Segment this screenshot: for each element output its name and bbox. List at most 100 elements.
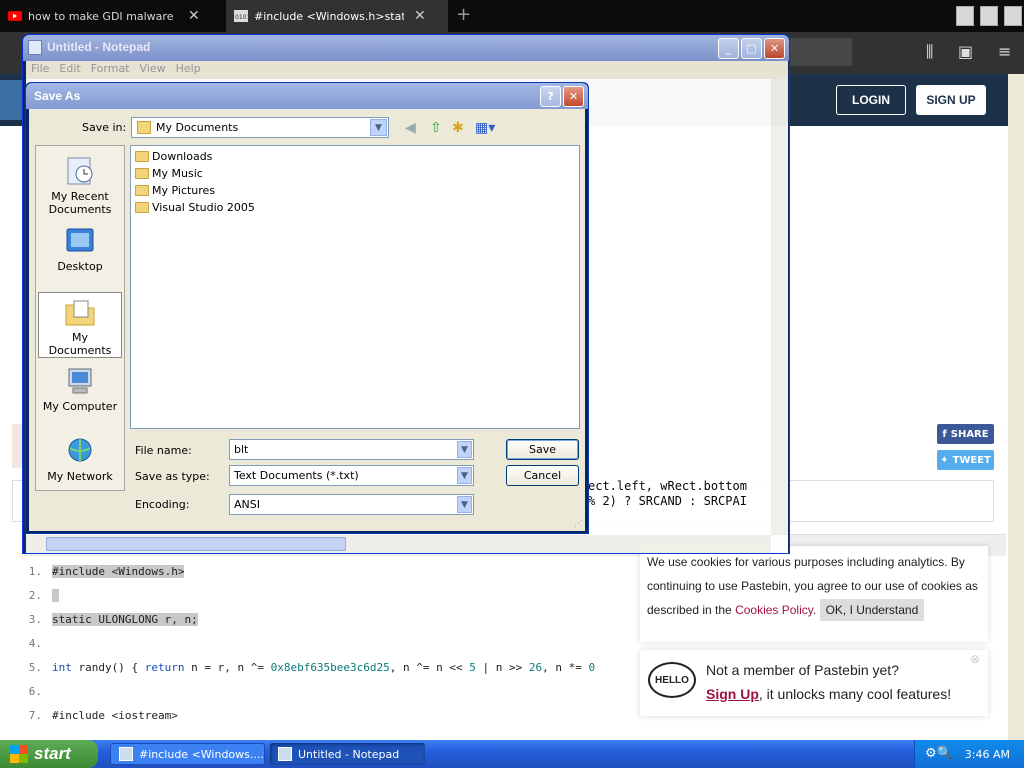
save-in-label: Save in:: [82, 121, 127, 134]
notepad-horizontal-scrollbar[interactable]: [26, 535, 771, 553]
views-menu-icon[interactable]: ▦▾: [475, 120, 495, 136]
start-button[interactable]: start: [0, 740, 98, 768]
menu-edit[interactable]: Edit: [54, 61, 85, 76]
save-in-dropdown[interactable]: My Documents ▼: [131, 117, 389, 138]
cookie-text-end: .: [812, 603, 817, 617]
place-desktop[interactable]: Desktop: [38, 222, 122, 288]
notepad-icon: [28, 40, 42, 55]
resize-grip-icon[interactable]: ⋰: [574, 519, 583, 529]
encoding-value: ANSI: [234, 498, 260, 511]
chevron-down-icon[interactable]: ▼: [370, 119, 387, 136]
menu-file[interactable]: File: [26, 61, 54, 76]
close-icon[interactable]: [1004, 6, 1022, 26]
login-button[interactable]: LOGIN: [836, 85, 906, 115]
save-as-dialog: Save As ? ✕ Save in: My Documents ▼ ◀ ⇧ …: [25, 82, 589, 534]
place-my-network[interactable]: My Network: [38, 432, 122, 498]
signup-notice: HELLO Not a member of Pastebin yet? Sign…: [640, 650, 988, 716]
minimize-button[interactable]: _: [718, 38, 739, 59]
browser-tab-bar: how to make GDI malware in c++ ✕ 0101 #i…: [0, 0, 1024, 32]
cookie-accept-button[interactable]: OK, I Understand: [819, 599, 925, 621]
chevron-down-icon[interactable]: ▼: [457, 467, 472, 484]
place-my-documents[interactable]: My Documents: [38, 292, 122, 358]
svg-text:0101: 0101: [235, 14, 248, 21]
text-line: ect.left, wRect.bottom: [588, 479, 747, 493]
taskbar-item-browser[interactable]: #include <Windows....: [110, 743, 265, 765]
signup-button[interactable]: SIGN UP: [916, 85, 986, 115]
folder-name: Visual Studio 2005: [152, 200, 255, 214]
my-documents-icon: [65, 300, 95, 326]
menu-help[interactable]: Help: [171, 61, 206, 76]
system-tray: ⚙🔍 3:46 AM: [914, 740, 1024, 768]
close-tab-icon[interactable]: ✕: [414, 8, 426, 24]
encoding-label: Encoding:: [135, 498, 190, 511]
place-recent-documents[interactable]: My Recent Documents: [38, 152, 122, 218]
code-text: , n *=: [542, 661, 589, 674]
close-icon[interactable]: ⊗: [970, 652, 980, 666]
line-number: 5.: [28, 661, 42, 674]
search-field[interactable]: [780, 38, 852, 66]
new-tab-button[interactable]: +: [456, 4, 471, 25]
notepad-title-bar[interactable]: Untitled - Notepad _ □ ✕: [23, 35, 789, 61]
notepad-menu-bar: File Edit Format View Help: [26, 61, 788, 79]
desktop-icon: [66, 228, 94, 252]
tab-youtube[interactable]: how to make GDI malware in c++ ✕: [0, 0, 224, 32]
cancel-button[interactable]: Cancel: [506, 465, 579, 486]
help-button[interactable]: ?: [540, 86, 561, 107]
facebook-icon: f: [942, 428, 947, 440]
menu-format[interactable]: Format: [86, 61, 135, 76]
close-button[interactable]: ✕: [764, 38, 785, 59]
maximize-icon[interactable]: [980, 6, 998, 26]
page-vertical-scrollbar[interactable]: [1008, 74, 1024, 740]
taskbar-item-notepad[interactable]: Untitled - Notepad: [270, 743, 425, 765]
scrollbar-thumb[interactable]: [46, 537, 346, 551]
save-as-type-select[interactable]: Text Documents (*.txt) ▼: [229, 465, 474, 486]
menu-view[interactable]: View: [135, 61, 171, 76]
maximize-button[interactable]: □: [741, 38, 762, 59]
file-list[interactable]: Downloads My Music My Pictures Visual St…: [130, 145, 580, 429]
cookies-policy-link[interactable]: Cookies Policy: [735, 603, 813, 617]
line-number: 7.: [28, 709, 42, 722]
tab-pastebin[interactable]: 0101 #include <Windows.h>static ULON ✕: [226, 0, 448, 32]
signup-link[interactable]: Sign Up: [706, 686, 759, 702]
code-text: [52, 589, 59, 602]
cookie-banner: We use cookies for various purposes incl…: [640, 546, 988, 642]
library-icon[interactable]: ⫼: [926, 42, 933, 62]
notice-body: Sign Up, it unlocks many cool features!: [706, 686, 951, 702]
notepad-vertical-scrollbar[interactable]: [771, 79, 788, 535]
minimize-icon[interactable]: [956, 6, 974, 26]
close-button[interactable]: ✕: [563, 86, 584, 107]
taskbar-item-label: #include <Windows....: [139, 747, 264, 761]
back-icon[interactable]: ◀: [405, 120, 416, 136]
tray-icons[interactable]: ⚙🔍: [925, 746, 953, 761]
up-folder-icon[interactable]: ⇧: [430, 120, 442, 136]
encoding-select[interactable]: ANSI ▼: [229, 494, 474, 515]
code-text: #include <iostream>: [52, 709, 178, 722]
menu-icon[interactable]: ≡: [998, 42, 1011, 61]
save-as-type-label: Save as type:: [135, 470, 210, 483]
place-my-computer[interactable]: My Computer: [38, 362, 122, 428]
sidebar-icon[interactable]: ▣: [958, 42, 973, 61]
browser-icon: [119, 747, 133, 761]
folder-item[interactable]: Downloads: [135, 148, 212, 164]
chevron-down-icon[interactable]: ▼: [457, 441, 472, 458]
folder-item[interactable]: Visual Studio 2005: [135, 199, 255, 215]
folder-item[interactable]: My Pictures: [135, 182, 215, 198]
tweet-button[interactable]: ✦ TWEET: [937, 450, 994, 470]
new-folder-icon[interactable]: ✱: [452, 120, 464, 136]
hello-logo: HELLO: [648, 662, 696, 698]
text-line: % 2) ? SRCAND : SRCPAI: [588, 494, 747, 508]
chevron-down-icon[interactable]: ▼: [457, 496, 472, 513]
code-keyword: int: [52, 661, 72, 674]
windows-flag-icon: [10, 745, 28, 763]
line-number: 3.: [28, 613, 42, 626]
share-button[interactable]: f SHARE: [937, 424, 994, 444]
places-bar: My Recent Documents Desktop My Documents…: [35, 145, 125, 491]
folder-item[interactable]: My Music: [135, 165, 203, 181]
code-text: , n ^= n <<: [389, 661, 470, 674]
file-name-input[interactable]: blt ▼: [229, 439, 474, 460]
dialog-title-bar[interactable]: Save As ? ✕: [26, 83, 588, 109]
pictures-folder-icon: [135, 184, 149, 196]
clock: 3:46 AM: [964, 747, 1010, 761]
save-button[interactable]: Save: [506, 439, 579, 460]
close-tab-icon[interactable]: ✕: [188, 8, 200, 24]
